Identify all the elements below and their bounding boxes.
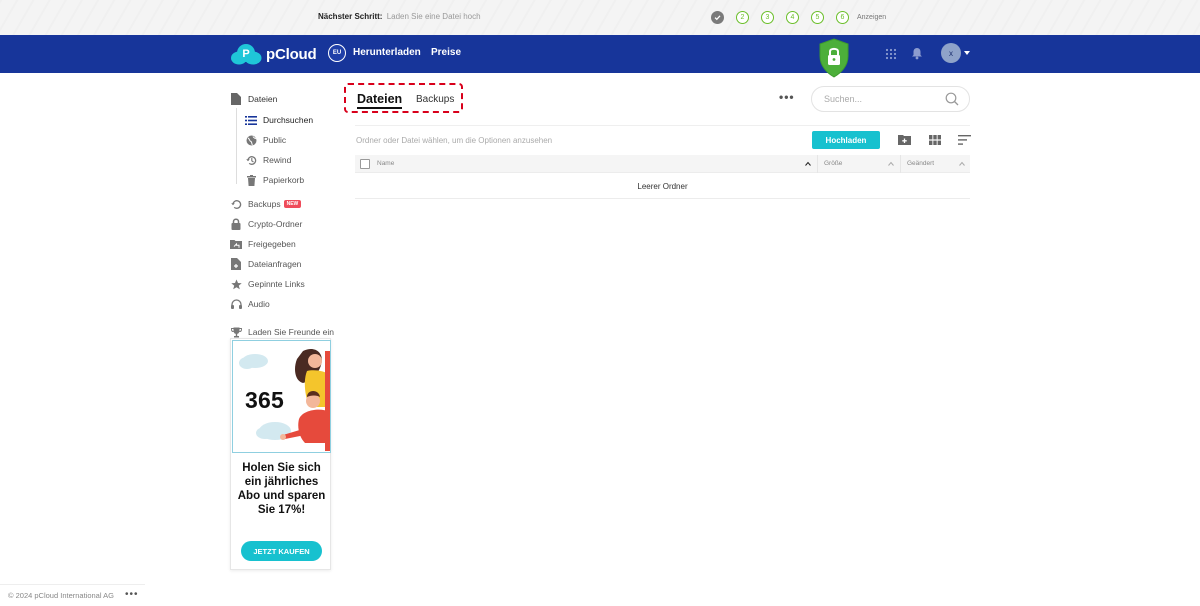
promo-card: 365 Holen Sie sich ein jährliches Abo un… (230, 338, 331, 570)
buy-now-button[interactable]: JETZT KAUFEN (241, 541, 322, 561)
sidebar-item-label: Gepinnte Links (248, 279, 305, 289)
step-1-done-icon[interactable] (711, 11, 724, 24)
user-avatar[interactable]: x (941, 43, 961, 63)
search-icon[interactable] (945, 92, 959, 106)
next-step-description: Laden Sie eine Datei hoch (386, 12, 481, 21)
column-separator (817, 155, 818, 173)
sidebar-item-label: Audio (248, 299, 270, 309)
column-size[interactable]: Größe (824, 160, 842, 167)
search-input[interactable] (824, 94, 934, 104)
file-request-icon (230, 258, 242, 270)
history-icon (245, 154, 257, 166)
sort-asc-icon[interactable] (805, 161, 811, 167)
sidebar-item-label: Rewind (263, 155, 292, 165)
step-5[interactable]: 5 (811, 11, 824, 24)
chevron-up-icon[interactable] (959, 161, 965, 167)
column-name[interactable]: Name (377, 160, 394, 167)
onboarding-step-bar: Nächster Schritt: Laden Sie eine Datei h… (0, 0, 1200, 35)
sidebar-item-label: Backups (248, 199, 281, 209)
sidebar-item-label: Freigegeben (248, 239, 296, 249)
sidebar-item-label: Public (263, 135, 287, 145)
step-indicators: 2 3 4 5 6 Anzeigen (711, 11, 886, 24)
pcloud-logo[interactable]: P pCloud (230, 43, 317, 65)
apps-grid-icon[interactable] (885, 48, 897, 60)
sidebar-item-crypto[interactable]: Crypto-Ordner (230, 218, 302, 230)
chevron-down-icon[interactable] (964, 51, 970, 55)
list-icon (245, 114, 257, 126)
promo-number: 365 (245, 387, 284, 413)
sidebar-item-label: Dateien (248, 94, 278, 104)
column-modified[interactable]: Geändert (907, 160, 934, 167)
sidebar-item-file-requests[interactable]: Dateianfragen (230, 258, 301, 270)
lock-icon (230, 218, 242, 230)
promo-illustration: 365 (232, 340, 331, 453)
sidebar-item-label: Dateianfragen (248, 259, 302, 269)
next-step-label: Nächster Schritt: (318, 12, 383, 21)
logo-text: pCloud (266, 45, 317, 63)
step-2[interactable]: 2 (736, 11, 749, 24)
svg-text:P: P (242, 48, 249, 60)
sidebar-item-browse[interactable]: Durchsuchen (245, 114, 313, 126)
column-separator (900, 155, 901, 173)
show-steps-link[interactable]: Anzeigen (857, 14, 886, 21)
file-icon (230, 93, 242, 105)
eu-region-icon[interactable]: EU (328, 44, 346, 62)
globe-icon (245, 134, 257, 146)
pcloud-logo-icon: P (231, 44, 262, 65)
trophy-icon (230, 326, 242, 338)
content-divider (355, 125, 970, 126)
tab-backups[interactable]: Backups (416, 94, 454, 105)
sidebar-item-label: Crypto-Ordner (248, 219, 303, 229)
backup-icon (230, 198, 242, 210)
selection-hint: Ordner oder Datei wählen, um die Optione… (356, 136, 553, 145)
sidebar-item-rewind[interactable]: Rewind (245, 154, 291, 166)
sidebar-item-label: Papierkorb (263, 175, 305, 185)
sidebar-item-pinned-links[interactable]: Gepinnte Links (230, 278, 305, 290)
promo-title: Holen Sie sich ein jährliches Abo und sp… (237, 462, 326, 516)
sidebar-item-public[interactable]: Public (245, 134, 286, 146)
sidebar-item-label: Laden Sie Freunde ein (248, 327, 335, 337)
shared-folder-icon (230, 238, 242, 250)
chevron-up-icon[interactable] (888, 161, 894, 167)
nav-download-link[interactable]: Herunterladen (353, 47, 421, 58)
bell-icon[interactable] (911, 47, 923, 60)
new-badge: NEW (283, 200, 302, 208)
more-options-button[interactable]: ••• (779, 91, 795, 103)
sidebar-item-invite[interactable]: Laden Sie Freunde ein (230, 326, 334, 338)
star-icon (230, 278, 242, 290)
security-shield-icon[interactable] (818, 38, 850, 78)
step-3[interactable]: 3 (761, 11, 774, 24)
sidebar-item-shared[interactable]: Freigegeben (230, 238, 296, 250)
tab-files[interactable]: Dateien (357, 92, 403, 109)
new-folder-icon[interactable] (898, 134, 911, 145)
sidebar-item-files[interactable]: Dateien (230, 93, 277, 105)
sidebar-item-audio[interactable]: Audio (230, 298, 270, 310)
footer-divider (0, 584, 145, 585)
upload-button[interactable]: Hochladen (812, 131, 880, 149)
empty-folder-message: Leerer Ordner (355, 174, 970, 199)
footer-copyright: © 2024 pCloud International AG (8, 591, 115, 600)
sort-icon[interactable] (958, 135, 971, 145)
step-6[interactable]: 6 (836, 11, 849, 24)
footer-more-button[interactable]: ••• (125, 589, 139, 600)
search-box (811, 86, 970, 112)
select-all-checkbox[interactable] (360, 159, 370, 169)
grid-view-icon[interactable] (929, 135, 941, 145)
tree-line (236, 108, 237, 184)
sidebar-item-label: Durchsuchen (263, 115, 314, 125)
top-header: P pCloud EU Herunterladen Preise (0, 35, 1200, 73)
sidebar-item-trash[interactable]: Papierkorb (245, 174, 304, 186)
sidebar-item-backups[interactable]: Backups NEW (230, 198, 302, 210)
file-table-header: Name Größe Geändert (355, 155, 970, 173)
nav-prices-link[interactable]: Preise (431, 47, 461, 58)
next-step-text: Nächster Schritt: Laden Sie eine Datei h… (318, 12, 481, 21)
headphones-icon (230, 298, 242, 310)
step-4[interactable]: 4 (786, 11, 799, 24)
trash-icon (245, 174, 257, 186)
